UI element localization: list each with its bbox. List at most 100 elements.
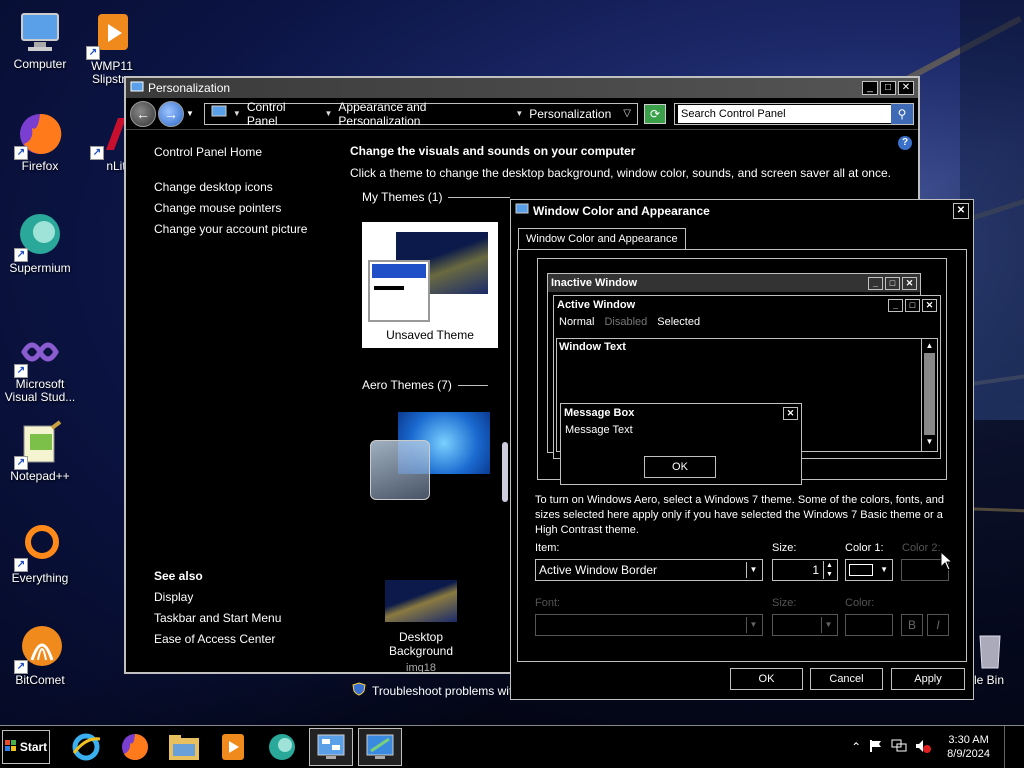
media-player-icon[interactable] — [211, 728, 255, 766]
breadcrumb-appearance[interactable]: Appearance and Personalization — [338, 100, 509, 128]
ok-button[interactable]: OK — [730, 668, 803, 690]
search-icon[interactable]: ⚲ — [891, 103, 913, 124]
font-label: Font: — [535, 597, 561, 609]
action-center-flag-icon[interactable] — [869, 739, 883, 756]
recent-pages-dropdown-icon[interactable]: ▼ — [186, 109, 194, 118]
back-button[interactable]: ← — [130, 100, 156, 127]
clock-time: 3:30 AM — [948, 734, 989, 746]
shortcut-arrow-icon: ↗ — [14, 660, 28, 674]
shortcut-arrow-icon: ↗ — [14, 558, 28, 572]
personalization-title-bar[interactable]: Personalization _ □ ✕ — [126, 78, 918, 98]
network-icon[interactable] — [891, 739, 907, 756]
aero-theme-tile[interactable] — [366, 412, 496, 508]
taskbar: Start ⌃ 3:30 AM 8/9/2024 — [0, 725, 1024, 768]
desktop-icon-label: Firefox — [21, 159, 59, 173]
color1-picker[interactable]: ▼ — [845, 559, 893, 581]
maximize-button[interactable]: □ — [880, 81, 896, 95]
breadcrumb-control-panel[interactable]: Control Panel — [247, 100, 319, 128]
cancel-button[interactable]: Cancel — [810, 668, 883, 690]
desktop-icon-wmp11[interactable]: ↗ WMP11 Slipstre — [72, 10, 152, 86]
control-panel-icon[interactable] — [309, 728, 353, 766]
desktop-icon-computer[interactable]: Computer — [0, 8, 80, 71]
forward-button[interactable]: → — [158, 100, 184, 127]
search-input[interactable] — [678, 104, 891, 123]
display-link[interactable]: Display — [154, 587, 344, 608]
chevron-down-icon[interactable]: ▼ — [233, 109, 241, 118]
font-size-select[interactable]: ▼ — [772, 614, 838, 636]
bitcomet-icon: ↗ — [14, 624, 64, 674]
change-account-picture-link[interactable]: Change your account picture — [154, 219, 344, 240]
color1-swatch — [849, 564, 873, 576]
desktop-icon-bitcomet[interactable]: ↗ BitComet — [0, 624, 80, 687]
window-title: Personalization — [148, 81, 231, 95]
aero-themes-label: Aero Themes (7) — [362, 378, 452, 392]
shortcut-arrow-icon: ↗ — [14, 456, 28, 470]
desktop-icon-supermium[interactable]: ↗ Supermium — [0, 212, 80, 275]
search-box: ⚲ — [674, 102, 914, 125]
close-icon[interactable]: ✕ — [953, 203, 969, 219]
show-desktop-button[interactable] — [1004, 726, 1016, 768]
address-dropdown-icon[interactable]: ▽ — [623, 108, 631, 119]
ease-of-access-link[interactable]: Ease of Access Center — [154, 629, 344, 650]
font-select[interactable]: ▼ — [535, 614, 763, 636]
shield-icon — [352, 682, 366, 699]
chevron-down-icon: ▼ — [880, 565, 888, 574]
visual-studio-icon: ↗ — [14, 328, 64, 378]
my-themes-label: My Themes (1) — [362, 190, 443, 204]
desktop-icon-label: Computer — [13, 57, 67, 71]
change-mouse-pointers-link[interactable]: Change mouse pointers — [154, 198, 344, 219]
desktop-icon-notepad-plus-plus[interactable]: ↗ Notepad++ — [0, 420, 80, 483]
page-description: Click a theme to change the desktop back… — [350, 166, 891, 180]
italic-button[interactable]: I — [927, 614, 949, 636]
tab-window-color-appearance[interactable]: Window Color and Appearance — [518, 228, 686, 250]
system-tray: ⌃ 3:30 AM 8/9/2024 — [851, 726, 1024, 768]
apply-button[interactable]: Apply — [891, 668, 965, 690]
breadcrumb-personalization[interactable]: Personalization — [529, 107, 611, 121]
desktop-background-thumbnail — [385, 580, 457, 622]
troubleshoot-link[interactable]: Troubleshoot problems wit — [352, 682, 512, 699]
desktop-icon-everything[interactable]: ↗ Everything — [0, 522, 80, 585]
taskbar-clock[interactable]: 3:30 AM 8/9/2024 — [947, 733, 990, 761]
desktop-icon-visual-studio[interactable]: ↗ Microsoft Visual Stud... — [0, 328, 80, 404]
appearance-preview[interactable]: Inactive Window _ □ ✕ Active Window _ □ ✕ No… — [537, 258, 947, 485]
show-hidden-icons-icon[interactable]: ⌃ — [851, 740, 861, 754]
control-panel-home-link[interactable]: Control Panel Home — [154, 142, 344, 163]
refresh-button[interactable]: ⟳ — [644, 103, 666, 124]
bold-button[interactable]: B — [901, 614, 923, 636]
preview-scrollbar: ▲ ▼ — [921, 339, 937, 451]
close-button[interactable]: ✕ — [898, 81, 914, 95]
windows-logo-icon — [4, 739, 17, 755]
dialog-title-bar[interactable]: Window Color and Appearance ✕ — [511, 200, 973, 222]
minimize-button[interactable]: _ — [862, 81, 878, 95]
desktop-icon-firefox[interactable]: ↗ Firefox — [0, 110, 80, 173]
start-button[interactable]: Start — [2, 730, 50, 764]
chevron-down-icon[interactable]: ▼ — [324, 109, 332, 118]
file-explorer-icon[interactable] — [162, 728, 206, 766]
internet-explorer-icon[interactable] — [64, 728, 108, 766]
desktop-background-label: Desktop Background — [388, 630, 454, 658]
unsaved-theme-tile[interactable]: Unsaved Theme — [362, 222, 498, 348]
size-spinner[interactable]: 1 ▲ ▼ — [772, 559, 838, 581]
volume-muted-icon[interactable] — [915, 739, 932, 756]
font-color-picker[interactable] — [845, 614, 893, 636]
supermium-icon[interactable] — [260, 728, 304, 766]
address-bar: ← → ▼ ▼ Control Panel ▼ Appearance and P… — [126, 98, 918, 130]
taskbar-start-menu-link[interactable]: Taskbar and Start Menu — [154, 608, 344, 629]
aero-info-text: To turn on Windows Aero, select a Window… — [535, 494, 945, 536]
item-select[interactable]: Active Window Border ▼ — [535, 559, 763, 581]
change-desktop-icons-link[interactable]: Change desktop icons — [154, 177, 344, 198]
see-also-section: See also Display Taskbar and Start Menu … — [154, 566, 344, 650]
dialog-title: Window Color and Appearance — [533, 204, 710, 218]
breadcrumb: ▼ Control Panel ▼ Appearance and Persona… — [203, 100, 638, 128]
supermium-icon: ↗ — [14, 212, 64, 262]
preview-menu-bar: Normal Disabled Selected — [559, 316, 701, 328]
desktop-background-value: img18 — [406, 662, 436, 674]
firefox-icon[interactable] — [113, 728, 157, 766]
desktop-background-item[interactable]: Desktop Background img18 — [366, 580, 476, 674]
spinner-arrows-icon[interactable]: ▲ ▼ — [823, 561, 835, 579]
clock-date: 8/9/2024 — [947, 748, 990, 760]
shortcut-arrow-icon: ↗ — [90, 146, 104, 160]
personalization-icon[interactable] — [358, 728, 402, 766]
chevron-down-icon: ▼ — [746, 562, 760, 578]
chevron-down-icon[interactable]: ▼ — [515, 109, 523, 118]
